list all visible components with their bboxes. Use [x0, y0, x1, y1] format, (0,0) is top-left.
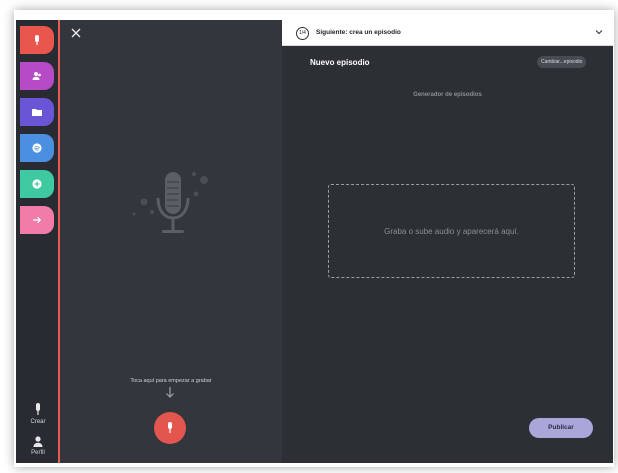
app-window: Crear Perfil Toca aquí para empezar a gr… — [16, 20, 613, 463]
dropzone-text: Graba o sube audio y aparecerá aquí. — [384, 226, 519, 236]
chevron-down-icon[interactable] — [595, 28, 603, 36]
next-step-bar[interactable]: 1/4 Siguiente: crea un episodio — [282, 20, 613, 46]
people-icon — [32, 72, 41, 80]
rail-people-button[interactable] — [20, 62, 54, 90]
rail-spotify-button[interactable] — [20, 134, 54, 162]
episode-generator-label: Generador de episodios — [413, 92, 482, 98]
recorder-panel: Toca aquí para empezar a grabar — [60, 20, 282, 463]
rail-record-button[interactable] — [20, 26, 54, 54]
rail-add-button[interactable] — [20, 170, 54, 198]
user-icon — [33, 436, 43, 447]
close-button[interactable] — [68, 27, 84, 43]
rail-profile-item[interactable]: Perfil — [25, 436, 51, 456]
rail-profile-label: Perfil — [31, 450, 45, 456]
mic-icon — [168, 422, 172, 433]
publish-button[interactable]: Publicar — [529, 418, 593, 438]
close-icon — [71, 28, 81, 38]
step-progress-badge: 1/4 — [296, 27, 309, 40]
rail-folder-button[interactable] — [20, 98, 54, 126]
next-step-text: Siguiente: crea un episodio — [316, 29, 401, 36]
rail-next-button[interactable] — [20, 206, 54, 234]
audio-dropzone[interactable]: Graba o sube audio y aparecerá aquí. — [328, 184, 575, 278]
left-rail: Crear Perfil — [16, 20, 60, 463]
spotify-icon — [32, 143, 42, 153]
arrow-right-icon — [33, 216, 42, 224]
folder-icon — [32, 109, 42, 116]
episode-area: 1/4 Siguiente: crea un episodio Nuevo ep… — [282, 20, 613, 463]
mic-icon — [36, 403, 40, 415]
tap-to-record-label: Toca aquí para empezar a grabar — [130, 378, 212, 384]
change-episode-button[interactable]: Cambiar...episodio — [537, 56, 587, 68]
rail-create-item[interactable]: Crear — [25, 403, 51, 425]
plus-circle-icon — [32, 179, 42, 189]
microphone-illustration — [132, 172, 208, 233]
episode-title: Nuevo episodio — [310, 58, 370, 67]
arrow-down-icon — [166, 387, 174, 398]
record-button[interactable] — [154, 412, 186, 444]
mic-icon — [35, 35, 39, 45]
rail-create-label: Crear — [30, 419, 46, 425]
